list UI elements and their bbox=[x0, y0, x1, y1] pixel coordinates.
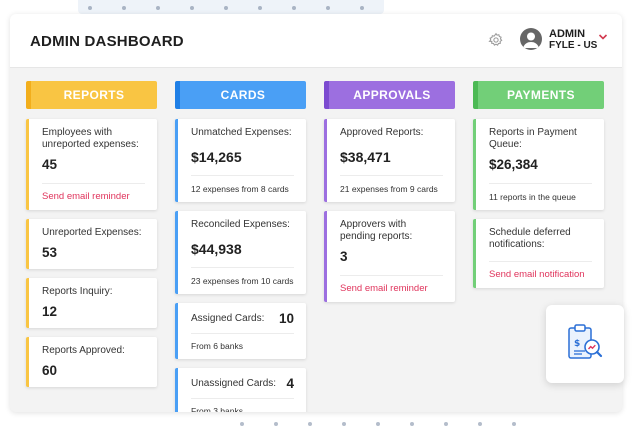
gear-icon[interactable] bbox=[488, 32, 504, 48]
payments-column: PAYMENTS Reports in Payment Queue: $26,3… bbox=[473, 81, 604, 297]
card-value: 3 bbox=[340, 249, 348, 264]
card-row: Assigned Cards: 10 bbox=[191, 311, 294, 327]
avatar[interactable] bbox=[520, 28, 542, 50]
card-label: Approvers with pending reports: bbox=[340, 219, 413, 242]
clipboard-search-icon: $ bbox=[568, 324, 603, 359]
decorative-dot bbox=[360, 6, 364, 10]
card-value: 53 bbox=[42, 245, 58, 260]
approved-reports-card: Approved Reports: $38,471 21 expenses fr… bbox=[324, 119, 455, 202]
decorative-dot bbox=[444, 422, 448, 426]
reports-approved-card: Reports Approved: 60 bbox=[26, 337, 157, 387]
deferred-notifications-card: Schedule deferred notifications: Send em… bbox=[473, 219, 604, 288]
card-value: 45 bbox=[42, 157, 58, 172]
card-label: Reports in Payment Queue: bbox=[489, 127, 577, 150]
dashboard-header: ADMIN DASHBOARD ADMIN FYLE - US bbox=[10, 14, 622, 68]
user-name[interactable]: ADMIN bbox=[549, 28, 585, 40]
card-label: Employees with unreported expenses: bbox=[42, 127, 139, 150]
card-value: $14,265 bbox=[191, 149, 242, 165]
decorative-dot bbox=[274, 422, 278, 426]
card-label: Reports Approved: bbox=[42, 345, 125, 356]
floating-report-tile[interactable]: $ bbox=[546, 305, 624, 383]
decorative-dot bbox=[258, 6, 262, 10]
card-subtext: From 6 banks bbox=[191, 333, 294, 351]
svg-text:$: $ bbox=[574, 339, 580, 349]
decorative-dot bbox=[326, 6, 330, 10]
decorative-dot bbox=[342, 422, 346, 426]
decorative-dot bbox=[156, 6, 160, 10]
unreported-expenses-card: Unreported Expenses: 53 bbox=[26, 219, 157, 269]
user-icon bbox=[523, 32, 539, 48]
decorative-dot bbox=[478, 422, 482, 426]
send-email-reminder-link[interactable]: Send email reminder bbox=[340, 275, 443, 294]
decorative-dot bbox=[512, 422, 516, 426]
send-email-notification-link[interactable]: Send email notification bbox=[489, 261, 592, 280]
card-label: Unmatched Expenses: bbox=[191, 127, 292, 138]
cards-column: CARDS Unmatched Expenses: $14,265 12 exp… bbox=[175, 81, 306, 412]
unmatched-expenses-card: Unmatched Expenses: $14,265 12 expenses … bbox=[175, 119, 306, 202]
reports-column: REPORTS Employees with unreported expens… bbox=[26, 81, 157, 396]
card-subtext: 12 expenses from 8 cards bbox=[191, 175, 294, 194]
unassigned-cards-card: Unassigned Cards: 4 From 3 banks bbox=[175, 368, 306, 412]
send-email-reminder-link[interactable]: Send email reminder bbox=[42, 183, 145, 202]
card-label: Reconciled Expenses: bbox=[191, 219, 290, 230]
card-label: Approved Reports: bbox=[340, 127, 424, 138]
assigned-cards-card: Assigned Cards: 10 From 6 banks bbox=[175, 303, 306, 359]
payments-header[interactable]: PAYMENTS bbox=[473, 81, 604, 109]
cards-header[interactable]: CARDS bbox=[175, 81, 306, 109]
decorative-dot bbox=[410, 422, 414, 426]
approvals-column: APPROVALS Approved Reports: $38,471 21 e… bbox=[324, 81, 455, 311]
card-subtext: From 3 banks bbox=[191, 398, 294, 412]
decorative-dot bbox=[88, 6, 92, 10]
card-label: Schedule deferred notifications: bbox=[489, 227, 571, 250]
dashboard-window: ADMIN DASHBOARD ADMIN FYLE - US REPORTS … bbox=[10, 14, 622, 412]
card-value: 12 bbox=[42, 304, 58, 319]
reports-header[interactable]: REPORTS bbox=[26, 81, 157, 109]
user-org[interactable]: FYLE - US bbox=[549, 40, 597, 52]
decorative-dot bbox=[292, 6, 296, 10]
card-value: 60 bbox=[42, 363, 58, 378]
decorative-dot bbox=[376, 422, 380, 426]
reconciled-expenses-card: Reconciled Expenses: $44,938 23 expenses… bbox=[175, 211, 306, 294]
top-dot-strip bbox=[78, 0, 384, 14]
card-value: $38,471 bbox=[340, 149, 391, 165]
card-subtext: 23 expenses from 10 cards bbox=[191, 267, 294, 286]
decorative-dot bbox=[190, 6, 194, 10]
decorative-dot bbox=[122, 6, 126, 10]
card-row: Unassigned Cards: 4 bbox=[191, 376, 294, 392]
card-value: $44,938 bbox=[191, 241, 242, 257]
card-subtext: 21 expenses from 9 cards bbox=[340, 175, 443, 194]
employees-unreported-card: Employees with unreported expenses: 45 S… bbox=[26, 119, 157, 210]
reports-inquiry-card: Reports Inquiry: 12 bbox=[26, 278, 157, 328]
card-value: 10 bbox=[278, 311, 294, 326]
decorative-dot bbox=[308, 422, 312, 426]
page-title: ADMIN DASHBOARD bbox=[30, 33, 184, 50]
card-label: Assigned Cards: bbox=[191, 313, 265, 324]
approvals-header[interactable]: APPROVALS bbox=[324, 81, 455, 109]
decorative-dot bbox=[240, 422, 244, 426]
chevron-down-icon[interactable] bbox=[598, 33, 608, 41]
card-value: $26,384 bbox=[489, 157, 538, 172]
card-subtext: 11 reports in the queue bbox=[489, 183, 592, 202]
card-label: Unreported Expenses: bbox=[42, 227, 142, 238]
decorative-dot bbox=[224, 6, 228, 10]
approvers-pending-card: Approvers with pending reports: 3 Send e… bbox=[324, 211, 455, 302]
payment-queue-card: Reports in Payment Queue: $26,384 11 rep… bbox=[473, 119, 604, 210]
card-label: Unassigned Cards: bbox=[191, 378, 277, 389]
card-label: Reports Inquiry: bbox=[42, 286, 113, 297]
card-value: 4 bbox=[286, 376, 294, 391]
